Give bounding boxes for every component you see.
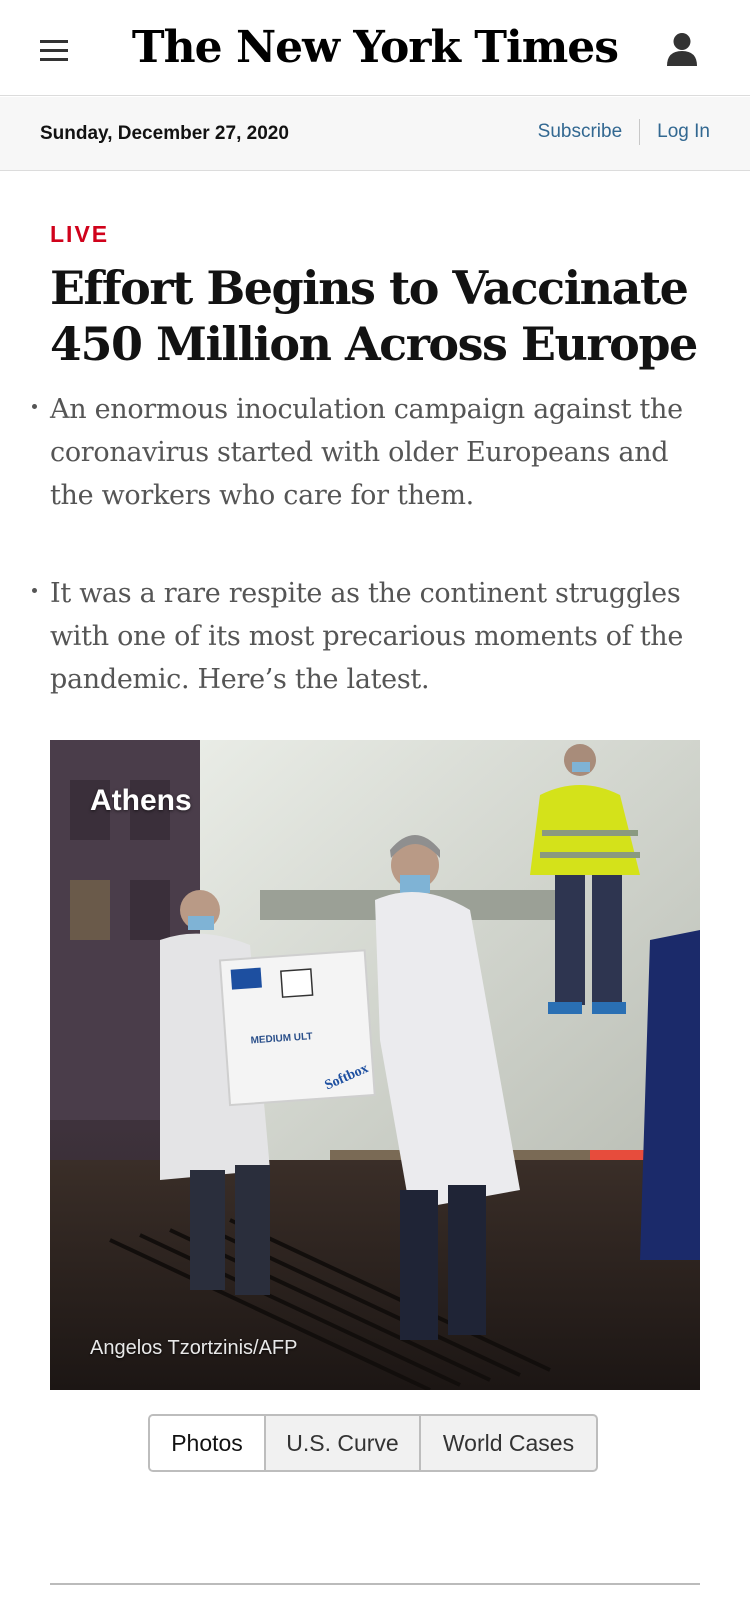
- photo-scene: MEDIUM ULT Softbox: [50, 740, 700, 1390]
- section-divider: [50, 1583, 700, 1585]
- chart-tabs: Photos U.S. Curve World Cases: [148, 1414, 598, 1472]
- date-bar: Sunday, December 27, 2020 Subscribe Log …: [0, 97, 750, 171]
- article-headline[interactable]: Effort Begins to Vaccinate 450 Million A…: [50, 260, 700, 372]
- photo-credit: Angelos Tzortzinis/AFP: [90, 1337, 298, 1359]
- photo-location-label: Athens: [90, 784, 192, 817]
- summary-bullet: [32, 588, 40, 596]
- masthead: The New York Times: [0, 0, 750, 96]
- account-links: Subscribe Log In: [538, 119, 710, 145]
- summary-bullet: [32, 404, 40, 412]
- summary-item-1: An enormous inoculation campaign against…: [50, 394, 683, 511]
- subscribe-link[interactable]: Subscribe: [538, 121, 623, 143]
- nyt-logo[interactable]: The New York Times: [0, 22, 750, 73]
- tab-us-curve[interactable]: U.S. Curve: [266, 1416, 421, 1470]
- tab-photos[interactable]: Photos: [150, 1416, 266, 1470]
- tab-world-cases[interactable]: World Cases: [421, 1416, 596, 1470]
- article-photo[interactable]: MEDIUM ULT Softbox Athens Angelos Tzortz…: [50, 740, 700, 1390]
- login-link[interactable]: Log In: [657, 121, 710, 143]
- summary-item-2: It was a rare respite as the continent s…: [50, 578, 684, 695]
- current-date: Sunday, December 27, 2020: [40, 123, 289, 144]
- link-divider: [639, 119, 641, 145]
- live-kicker: LIVE: [50, 221, 110, 247]
- user-account-icon[interactable]: [666, 32, 698, 66]
